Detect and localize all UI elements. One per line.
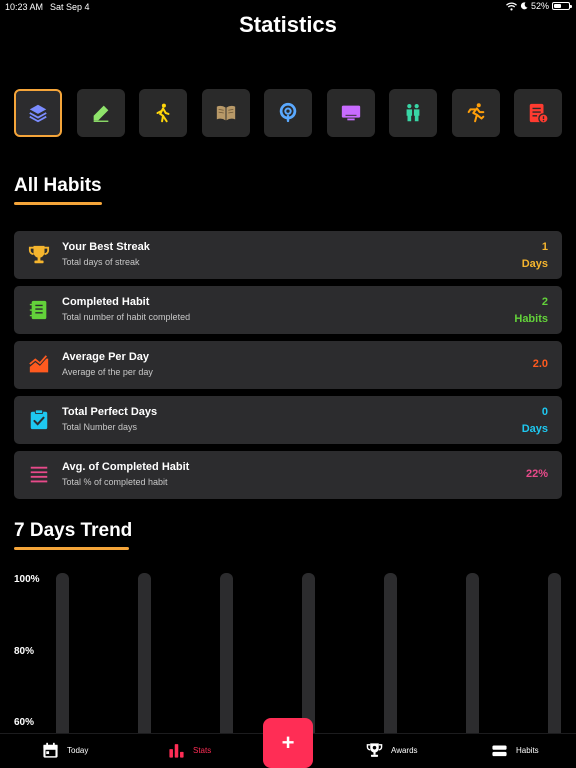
category-podcast-button[interactable] bbox=[264, 89, 312, 137]
perfect-days-card[interactable]: Total Perfect Days Total Number days 0 D… bbox=[14, 396, 562, 444]
add-habit-button[interactable]: + bbox=[263, 718, 313, 768]
average-per-day-value: 2.0 bbox=[532, 358, 548, 370]
layers-icon bbox=[29, 104, 47, 123]
status-date: Sat Sep 4 bbox=[50, 2, 90, 12]
trend-bar bbox=[56, 573, 69, 743]
tab-habits-label: Habits bbox=[516, 746, 539, 755]
tab-stats-label: Stats bbox=[193, 746, 212, 755]
ytick-label: 60% bbox=[14, 717, 35, 728]
avg-completed-subtitle: Total % of completed habit bbox=[62, 477, 168, 487]
perfect-days-label: Total Perfect Days bbox=[62, 406, 158, 418]
best-streak-label: Your Best Streak bbox=[62, 241, 150, 253]
best-streak-card[interactable]: Your Best Streak Total days of streak 1 … bbox=[14, 231, 562, 279]
trend-bar bbox=[384, 573, 397, 743]
best-streak-unit: Days bbox=[521, 258, 548, 270]
tab-today-label: Today bbox=[67, 746, 89, 755]
avg-completed-label: Avg. of Completed Habit bbox=[62, 461, 190, 473]
page-title: Statistics bbox=[239, 12, 337, 37]
award-icon bbox=[366, 743, 383, 757]
battery-icon bbox=[552, 2, 572, 10]
notebook-icon bbox=[29, 300, 47, 320]
category-social-button[interactable] bbox=[389, 89, 437, 137]
trend-bar bbox=[220, 573, 233, 743]
trend-underline bbox=[14, 547, 129, 550]
average-per-day-label: Average Per Day bbox=[62, 351, 150, 363]
category-reading-button[interactable] bbox=[201, 89, 250, 137]
completed-habit-value: 2 bbox=[541, 296, 548, 308]
tab-stats[interactable]: Stats bbox=[168, 742, 211, 759]
status-time: 10:23 AM bbox=[5, 2, 44, 12]
ytick-label: 100% bbox=[14, 574, 40, 585]
perfect-days-subtitle: Total Number days bbox=[62, 422, 138, 432]
clipboard-alert-icon bbox=[529, 103, 549, 124]
perfect-days-unit: Days bbox=[521, 423, 548, 435]
average-per-day-card[interactable]: Average Per Day Average of the per day 2… bbox=[14, 341, 562, 389]
trend-chart-icon bbox=[29, 355, 49, 373]
all-habits-underline bbox=[14, 202, 102, 205]
clipboard-check-icon bbox=[30, 409, 48, 430]
wifi-icon bbox=[506, 1, 517, 10]
trend-bar bbox=[548, 573, 561, 743]
trend-bar bbox=[138, 573, 151, 743]
category-all-button[interactable] bbox=[14, 89, 62, 137]
completed-habit-subtitle: Total number of habit completed bbox=[62, 312, 191, 322]
category-running-button[interactable] bbox=[451, 89, 500, 137]
completed-habit-card[interactable]: Completed Habit Total number of habit co… bbox=[14, 286, 562, 334]
category-tasks-button[interactable] bbox=[514, 89, 562, 137]
battery-percent: 52% bbox=[530, 1, 549, 11]
monitor-icon bbox=[341, 105, 360, 121]
list-lines-icon bbox=[30, 466, 48, 483]
ytick-label: 80% bbox=[14, 646, 35, 657]
running-icon bbox=[467, 103, 484, 123]
podcast-icon bbox=[279, 102, 297, 123]
completed-habit-unit: Habits bbox=[514, 313, 548, 325]
category-screen-button[interactable] bbox=[326, 89, 375, 137]
best-streak-value: 1 bbox=[541, 241, 548, 253]
average-per-day-subtitle: Average of the per day bbox=[62, 367, 153, 377]
avg-completed-value: 22% bbox=[525, 468, 548, 480]
category-walking-button[interactable] bbox=[139, 89, 187, 137]
trend-title: 7 Days Trend bbox=[14, 520, 133, 541]
status-indicators: 52% bbox=[506, 1, 572, 11]
moon-icon bbox=[520, 2, 528, 10]
pencil-icon bbox=[93, 105, 108, 122]
walking-icon bbox=[156, 103, 170, 123]
people-icon bbox=[406, 104, 420, 122]
calendar-icon bbox=[43, 742, 58, 758]
tab-today[interactable]: Today bbox=[42, 742, 88, 759]
avg-completed-card[interactable]: Avg. of Completed Habit Total % of compl… bbox=[14, 451, 562, 499]
tab-awards-label: Awards bbox=[391, 746, 418, 755]
category-filter-row bbox=[14, 89, 562, 137]
stats-bars-icon bbox=[169, 744, 184, 758]
tab-awards[interactable]: Awards bbox=[366, 742, 418, 759]
trend-bar bbox=[466, 573, 479, 743]
trend-chart: 100% 80% 60% bbox=[0, 570, 576, 743]
trophy-icon bbox=[28, 245, 50, 264]
battery-level bbox=[554, 4, 562, 8]
category-writing-button[interactable] bbox=[76, 89, 125, 137]
book-icon bbox=[216, 105, 235, 121]
all-habits-title: All Habits bbox=[14, 175, 102, 196]
tab-habits[interactable]: Habits bbox=[491, 742, 539, 759]
perfect-days-value: 0 bbox=[541, 406, 548, 418]
habits-list-icon bbox=[492, 745, 507, 757]
completed-habit-label: Completed Habit bbox=[62, 296, 150, 308]
best-streak-subtitle: Total days of streak bbox=[62, 257, 140, 267]
